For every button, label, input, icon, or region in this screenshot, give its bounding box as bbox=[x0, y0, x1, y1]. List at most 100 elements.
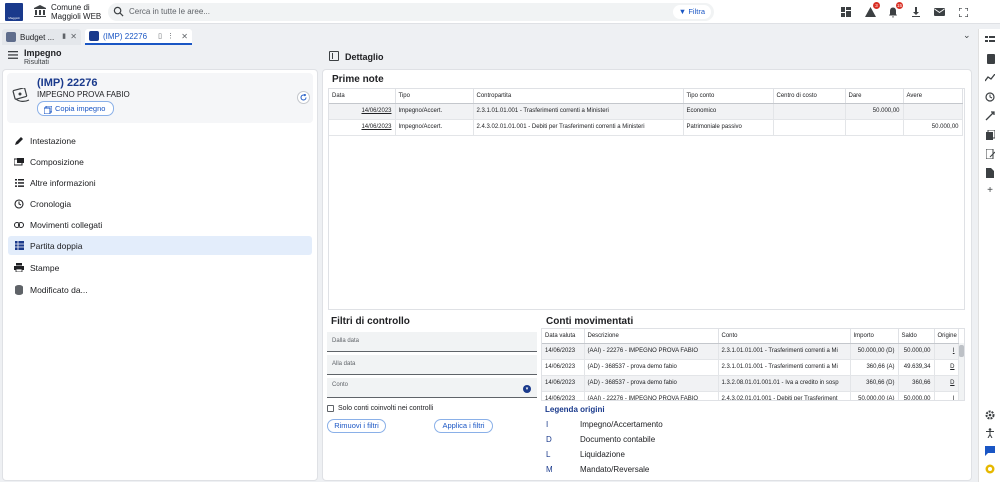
right-panel-header: Dettaglio bbox=[322, 46, 972, 68]
col-conto[interactable]: Conto bbox=[718, 329, 851, 344]
col-avere[interactable]: Avere bbox=[903, 89, 963, 104]
col-tipo[interactable]: Tipo bbox=[395, 89, 474, 104]
menu-item-movimenti-collegati[interactable]: Movimenti collegati bbox=[8, 215, 312, 234]
mail-icon[interactable] bbox=[932, 5, 946, 19]
dashboard-icon[interactable] bbox=[839, 5, 853, 19]
list-icon bbox=[14, 178, 24, 188]
dropdown-icon[interactable]: ▾ bbox=[523, 385, 531, 393]
solo-conti-checkbox[interactable] bbox=[327, 405, 334, 412]
table-icon bbox=[14, 241, 24, 251]
chat-icon[interactable] bbox=[984, 445, 996, 457]
record-description: IMPEGNO PROVA FABIO bbox=[37, 90, 130, 99]
col-tipo-conto[interactable]: Tipo conto bbox=[683, 89, 774, 104]
col-descrizione[interactable]: Descrizione bbox=[584, 329, 719, 344]
table-header-row: Data Tipo Contropartita Tipo conto Centr… bbox=[329, 89, 963, 104]
download-icon[interactable] bbox=[909, 5, 923, 19]
close-icon[interactable]: ✕ bbox=[181, 32, 188, 41]
col-dare[interactable]: Dare bbox=[845, 89, 904, 104]
warning-icon[interactable]: 3 bbox=[863, 2, 880, 19]
more-vert-icon[interactable]: ⋮ bbox=[167, 32, 174, 40]
filtri-title: Filtri di controllo bbox=[331, 316, 410, 327]
rimuovi-filtri-button[interactable]: Rimuovi i filtri bbox=[327, 419, 386, 433]
menu-item-intestazione[interactable]: Intestazione bbox=[8, 131, 312, 150]
menu-item-partita-doppia[interactable]: Partita doppia bbox=[8, 236, 312, 255]
shuffle-icon[interactable] bbox=[984, 110, 996, 122]
col-data[interactable]: Data bbox=[329, 89, 396, 104]
col-centro-costo[interactable]: Centro di costo bbox=[773, 89, 846, 104]
filter-button[interactable]: ▼ Filtra bbox=[672, 5, 711, 19]
conto-field[interactable]: Conto ▾ bbox=[327, 378, 537, 398]
col-data-valuta[interactable]: Data valuta bbox=[542, 329, 585, 344]
copy-impegno-button[interactable]: Copia impegno bbox=[37, 101, 114, 116]
history-icon[interactable] bbox=[984, 91, 996, 103]
fullscreen-icon[interactable] bbox=[956, 5, 970, 19]
maggioli-logo[interactable]: Maggioli bbox=[5, 3, 23, 21]
col-contropartita[interactable]: Contropartita bbox=[473, 89, 684, 104]
col-importo[interactable]: Importo bbox=[850, 329, 899, 344]
document-icon bbox=[89, 31, 99, 41]
menu-item-stampe[interactable]: Stampe bbox=[8, 258, 312, 277]
legenda-title: Legenda origini bbox=[545, 405, 605, 414]
legend-key: I bbox=[546, 420, 549, 429]
applica-filtri-button[interactable]: Applica i filtri bbox=[434, 419, 493, 433]
town-hall-icon bbox=[33, 4, 47, 18]
col-saldo[interactable]: Saldo bbox=[898, 329, 935, 344]
menu-item-cronologia[interactable]: Cronologia bbox=[8, 194, 312, 213]
refresh-icon bbox=[300, 94, 307, 101]
impegno-icon bbox=[12, 87, 32, 106]
table-row[interactable]: 14/06/2023 (AAI) - 22276 - IMPEGNO PROVA… bbox=[542, 391, 959, 400]
add-icon[interactable]: + bbox=[984, 184, 996, 196]
copy-icon[interactable] bbox=[984, 129, 996, 141]
book-icon[interactable] bbox=[984, 53, 996, 65]
alla-data-field[interactable]: Alla data bbox=[327, 355, 537, 375]
collapse-panel-icon[interactable] bbox=[329, 51, 339, 61]
filter-icon: ▼ bbox=[678, 7, 687, 16]
tab-budget[interactable]: Budget ... ▮ ✕ bbox=[2, 29, 81, 45]
link-icon bbox=[14, 220, 24, 230]
legend-key: D bbox=[546, 435, 552, 444]
menu-item-composizione[interactable]: Composizione bbox=[8, 152, 312, 171]
composition-icon bbox=[14, 157, 24, 167]
solo-conti-label: Solo conti coinvolti nei controlli bbox=[338, 405, 434, 412]
right-toolbar: + bbox=[978, 29, 1000, 482]
section-subtitle: Risultati bbox=[24, 59, 49, 66]
print-icon bbox=[14, 263, 24, 273]
refresh-button[interactable] bbox=[297, 91, 310, 104]
left-panel-header: Impegno Risultati bbox=[0, 46, 318, 68]
tab-bar: Budget ... ▮ ✕ (IMP) 22276 ▯ ⋮ ✕ ⌄ bbox=[0, 29, 978, 45]
table-row[interactable]: 14/06/2023 Impegno/Accert. 2.3.1.01.01.0… bbox=[329, 103, 963, 120]
chevron-down-icon[interactable]: ⌄ bbox=[963, 30, 971, 41]
record-card: (IMP) 22276 IMPEGNO PROVA FABIO Copia im… bbox=[7, 73, 313, 123]
accessibility-icon[interactable] bbox=[984, 427, 996, 439]
close-icon[interactable]: ✕ bbox=[70, 32, 77, 41]
bell-icon[interactable]: 15 bbox=[886, 2, 903, 19]
conti-table: Data valuta Descrizione Conto Importo Sa… bbox=[542, 329, 959, 400]
left-panel: (IMP) 22276 IMPEGNO PROVA FABIO Copia im… bbox=[2, 69, 318, 481]
menu-icon[interactable] bbox=[8, 51, 18, 61]
menu-item-modificato-da[interactable]: Modificato da... bbox=[8, 280, 312, 299]
table-row[interactable]: 14/06/2023 Impegno/Accert. 2.4.3.02.01.0… bbox=[329, 119, 963, 136]
trend-icon[interactable] bbox=[984, 72, 996, 84]
record-code: (IMP) 22276 bbox=[37, 77, 98, 89]
search-input[interactable]: Cerca in tutte le aree... bbox=[129, 7, 210, 16]
support-icon[interactable] bbox=[984, 463, 996, 475]
col-origine[interactable]: Origine bbox=[934, 329, 959, 344]
notification-badge: 15 bbox=[896, 2, 903, 9]
scrollbar[interactable] bbox=[959, 343, 964, 400]
file-icon[interactable] bbox=[984, 167, 996, 179]
edit-doc-icon[interactable] bbox=[984, 148, 996, 160]
table-row[interactable]: 14/06/2023 (AD) - 368537 - prova demo fa… bbox=[542, 359, 959, 376]
table-row[interactable]: 14/06/2023 (AAI) - 22276 - IMPEGNO PROVA… bbox=[542, 343, 959, 360]
bookmark-icon[interactable]: ▮ bbox=[62, 32, 66, 40]
gear-icon[interactable] bbox=[984, 409, 996, 421]
budget-icon bbox=[6, 32, 16, 42]
dalla-data-field[interactable]: Dalla data bbox=[327, 332, 537, 352]
table-row[interactable]: 14/06/2023 (AD) - 368537 - prova demo fa… bbox=[542, 375, 959, 392]
global-search[interactable]: Cerca in tutte le aree... ▼ Filtra bbox=[108, 3, 714, 21]
tab-impegno[interactable]: (IMP) 22276 ▯ ⋮ ✕ bbox=[85, 29, 192, 45]
list-settings-icon[interactable] bbox=[984, 34, 996, 46]
copy-icon bbox=[43, 105, 53, 118]
menu-item-altre-informazioni[interactable]: Altre informazioni bbox=[8, 173, 312, 192]
legend-key: L bbox=[546, 450, 551, 459]
bookmark-icon[interactable]: ▯ bbox=[158, 32, 162, 40]
